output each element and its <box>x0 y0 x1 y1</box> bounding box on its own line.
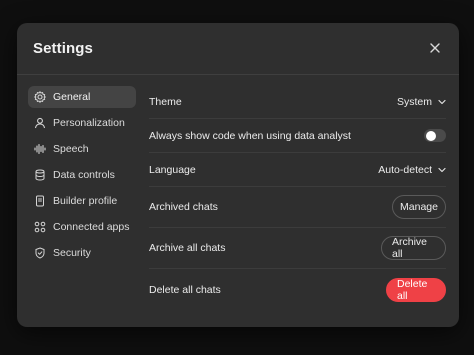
gear-icon <box>34 91 46 103</box>
delete-all-label: Delete all chats <box>149 283 221 296</box>
settings-content: Theme System Always show code when using… <box>149 85 446 310</box>
sidebar-item-connected-apps[interactable]: Connected apps <box>28 216 136 238</box>
chevron-down-icon <box>438 164 446 176</box>
language-row: Language Auto-detect <box>149 153 446 187</box>
language-dropdown[interactable]: Auto-detect <box>378 164 446 176</box>
sidebar-item-label: Connected apps <box>53 221 130 233</box>
archived-chats-row: Archived chats Manage <box>149 187 446 228</box>
sidebar-item-security[interactable]: Security <box>28 242 136 264</box>
settings-sidebar: General Personalization Speech Data cont… <box>28 86 136 268</box>
sidebar-item-label: Personalization <box>53 117 125 129</box>
delete-all-button[interactable]: Delete all <box>386 277 446 302</box>
database-icon <box>34 169 46 181</box>
delete-all-row: Delete all chats Delete all <box>149 269 446 310</box>
dialog-title: Settings <box>33 40 93 57</box>
sidebar-item-label: General <box>53 91 91 103</box>
sidebar-item-data-controls[interactable]: Data controls <box>28 164 136 186</box>
shield-icon <box>34 247 46 259</box>
code-row: Always show code when using data analyst <box>149 119 446 153</box>
sidebar-item-personalization[interactable]: Personalization <box>28 112 136 134</box>
theme-label: Theme <box>149 95 182 108</box>
close-icon <box>430 40 440 58</box>
person-icon <box>34 117 46 129</box>
language-value: Auto-detect <box>378 163 432 176</box>
sidebar-item-speech[interactable]: Speech <box>28 138 136 160</box>
archive-all-button[interactable]: Archive all <box>381 236 446 260</box>
theme-row: Theme System <box>149 85 446 119</box>
sidebar-item-label: Speech <box>53 143 89 155</box>
sidebar-item-general[interactable]: General <box>28 86 136 108</box>
archived-chats-label: Archived chats <box>149 201 218 213</box>
show-code-toggle[interactable] <box>424 129 446 142</box>
sidebar-item-label: Security <box>53 247 91 259</box>
sidebar-item-label: Data controls <box>53 169 115 181</box>
code-label: Always show code when using data analyst <box>149 129 351 142</box>
dialog-header: Settings <box>17 23 459 75</box>
settings-dialog: Settings General Personalization Speech … <box>17 23 459 327</box>
manage-button[interactable]: Manage <box>392 195 446 219</box>
language-label: Language <box>149 163 196 176</box>
theme-dropdown[interactable]: System <box>397 96 446 108</box>
archive-all-row: Archive all chats Archive all <box>149 228 446 269</box>
theme-value: System <box>396 95 432 108</box>
id-card-icon <box>34 195 46 207</box>
toggle-knob <box>425 130 436 141</box>
close-button[interactable] <box>425 39 445 59</box>
sidebar-item-label: Builder profile <box>53 195 118 207</box>
apps-grid-icon <box>34 221 46 233</box>
waveform-icon <box>34 143 46 155</box>
chevron-down-icon <box>438 96 446 108</box>
sidebar-item-builder-profile[interactable]: Builder profile <box>28 190 136 212</box>
archive-all-label: Archive all chats <box>149 242 226 254</box>
